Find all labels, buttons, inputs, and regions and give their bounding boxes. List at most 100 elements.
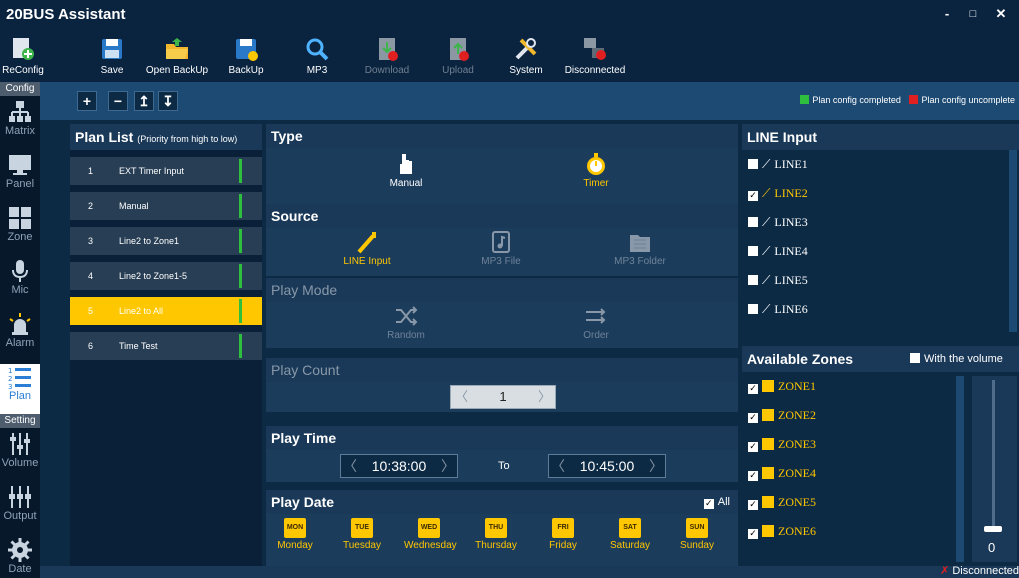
line-checkbox[interactable]: [748, 159, 758, 169]
save-button[interactable]: Save: [94, 32, 130, 80]
plan-status-legend: Plan config completed Plan config uncomp…: [794, 95, 1015, 105]
play-count-decrement[interactable]: 〈: [455, 386, 468, 408]
status-label: Disconnected: [952, 565, 1019, 577]
zone-checkbox[interactable]: ✓: [748, 471, 758, 481]
close-button[interactable]: ✕: [990, 5, 1012, 23]
plan-list-item[interactable]: 6 Time Test: [70, 332, 262, 360]
line-input-item[interactable]: ⟋ LINE1: [742, 150, 1019, 179]
nav-item-date[interactable]: Date: [0, 537, 40, 578]
plan-item-label: Line2 to Zone1-5: [119, 271, 188, 281]
end-time-next[interactable]: 〉: [649, 455, 663, 477]
line-input-item[interactable]: ⟋ LINE4: [742, 237, 1019, 266]
plan-list-item[interactable]: 3 Line2 to Zone1: [70, 227, 262, 255]
zone-checkbox[interactable]: ✓: [748, 529, 758, 539]
with-volume-checkbox[interactable]: With the volume: [910, 346, 1003, 372]
source-mp3-folder-option[interactable]: MP3 Folder: [600, 230, 680, 267]
source-line-input-option[interactable]: LINE Input: [332, 230, 402, 267]
line-checkbox[interactable]: [748, 304, 758, 314]
line-input-item[interactable]: ✓ ⟋ LINE2: [742, 179, 1019, 208]
nav-item-matrix[interactable]: Matrix: [0, 99, 40, 149]
line-input-label: LINE3: [774, 215, 808, 229]
day-toggle[interactable]: SAT Saturday: [605, 518, 655, 551]
line-checkbox[interactable]: ✓: [748, 191, 758, 201]
plan-icon: 123: [8, 367, 31, 390]
gear-icon: [8, 538, 32, 562]
upload-button[interactable]: Upload: [440, 32, 476, 80]
plan-item-number: 5: [88, 306, 94, 316]
zone-checkbox[interactable]: ✓: [748, 500, 758, 510]
open-backup-button[interactable]: Open BackUp: [144, 32, 210, 80]
play-count-stepper[interactable]: 〈 1 〉: [450, 385, 556, 409]
day-toggle[interactable]: FRI Friday: [538, 518, 588, 551]
remove-plan-button[interactable]: −: [108, 91, 128, 111]
nav-item-mic[interactable]: Mic: [0, 258, 40, 308]
system-label: System: [509, 65, 543, 76]
source-section: LINE Input MP3 File MP3 Folder: [266, 228, 738, 276]
line-input-panel: LINE Input ⟋ LINE1 ✓ ⟋ LINE2 ⟋ LINE3 ⟋ LINE4 ⟋ LIN…: [742, 124, 1019, 344]
plan-list-item[interactable]: 5 Line2 to All: [70, 297, 262, 325]
config-header: Config: [0, 82, 40, 96]
mp3-button[interactable]: MP3: [300, 32, 334, 80]
day-label: Monday: [277, 540, 313, 551]
all-days-checkbox[interactable]: ✓ All: [703, 490, 730, 514]
move-down-button[interactable]: ↧: [158, 91, 178, 111]
nav-item-alarm[interactable]: Alarm: [0, 311, 40, 361]
start-time-prev[interactable]: 〈: [343, 455, 357, 477]
play-mode-random-option[interactable]: Random: [376, 304, 436, 341]
line-input-item[interactable]: ⟋ LINE6: [742, 295, 1019, 324]
plan-detail-panel: Type Manual Timer Source LINE Input MP3 …: [266, 124, 738, 566]
nav-item-panel[interactable]: Panel: [0, 152, 40, 202]
all-days-label: All: [717, 496, 730, 508]
maximize-button[interactable]: □: [962, 5, 984, 23]
line-input-item[interactable]: ⟋ LINE5: [742, 266, 1019, 295]
line-checkbox[interactable]: [748, 217, 758, 227]
play-count-increment[interactable]: 〉: [538, 386, 551, 408]
system-button[interactable]: System: [506, 32, 546, 80]
reconfig-button[interactable]: ReConfig: [2, 32, 44, 80]
nav-label-date: Date: [8, 563, 32, 575]
line-checkbox[interactable]: [748, 275, 758, 285]
disconnected-button[interactable]: Disconnected: [560, 32, 630, 80]
day-toggle[interactable]: TUE Tuesday: [337, 518, 387, 551]
zone-checkbox[interactable]: ✓: [748, 384, 758, 394]
zone-checkbox[interactable]: ✓: [748, 413, 758, 423]
plan-list-item[interactable]: 2 Manual: [70, 192, 262, 220]
line-input-scrollbar[interactable]: [1009, 150, 1017, 332]
download-icon: [379, 38, 398, 61]
download-button[interactable]: Download: [362, 32, 412, 80]
nav-item-volume[interactable]: Volume: [0, 431, 40, 481]
type-manual-option[interactable]: Manual: [376, 152, 436, 189]
zone-checkbox[interactable]: ✓: [748, 442, 758, 452]
end-time-field[interactable]: 〈 10:45:00 〉: [548, 454, 666, 478]
line-input-header: LINE Input: [742, 124, 1019, 150]
zone-icon: [762, 438, 774, 450]
audio-jack-icon: ⟋: [762, 186, 771, 200]
start-time-next[interactable]: 〉: [441, 455, 455, 477]
plan-list-item[interactable]: 1 EXT Timer Input: [70, 157, 262, 185]
play-mode-order-option[interactable]: Order: [566, 304, 626, 341]
add-plan-button[interactable]: +: [77, 91, 97, 111]
end-time-prev[interactable]: 〈: [551, 455, 565, 477]
source-mp3-file-option[interactable]: MP3 File: [466, 230, 536, 267]
nav-item-output[interactable]: Output: [0, 484, 40, 534]
line-input-item[interactable]: ⟋ LINE3: [742, 208, 1019, 237]
backup-button[interactable]: BackUp: [226, 32, 266, 80]
legend-completed: Plan config completed: [812, 95, 901, 105]
plan-control-strip: + − ↥ ↧ Plan config completed Plan confi…: [40, 82, 1019, 120]
audio-jack-icon: ⟋: [762, 157, 771, 171]
plan-list-item[interactable]: 4 Line2 to Zone1-5: [70, 262, 262, 290]
day-toggle[interactable]: SUN Sunday: [672, 518, 722, 551]
day-toggle[interactable]: THU Thursday: [471, 518, 521, 551]
volume-slider-handle[interactable]: [984, 526, 1002, 532]
nav-item-zone[interactable]: Zone: [0, 205, 40, 255]
day-toggle[interactable]: MON Monday: [270, 518, 320, 551]
nav-label-output: Output: [3, 510, 37, 522]
move-up-button[interactable]: ↥: [134, 91, 154, 111]
start-time-field[interactable]: 〈 10:38:00 〉: [340, 454, 458, 478]
minimize-button[interactable]: -: [936, 5, 958, 23]
line-checkbox[interactable]: [748, 246, 758, 256]
type-timer-option[interactable]: Timer: [566, 152, 626, 189]
zones-scrollbar[interactable]: [956, 376, 964, 562]
nav-item-plan[interactable]: 123 Plan: [0, 364, 40, 414]
day-toggle[interactable]: WED Wednesday: [404, 518, 457, 551]
